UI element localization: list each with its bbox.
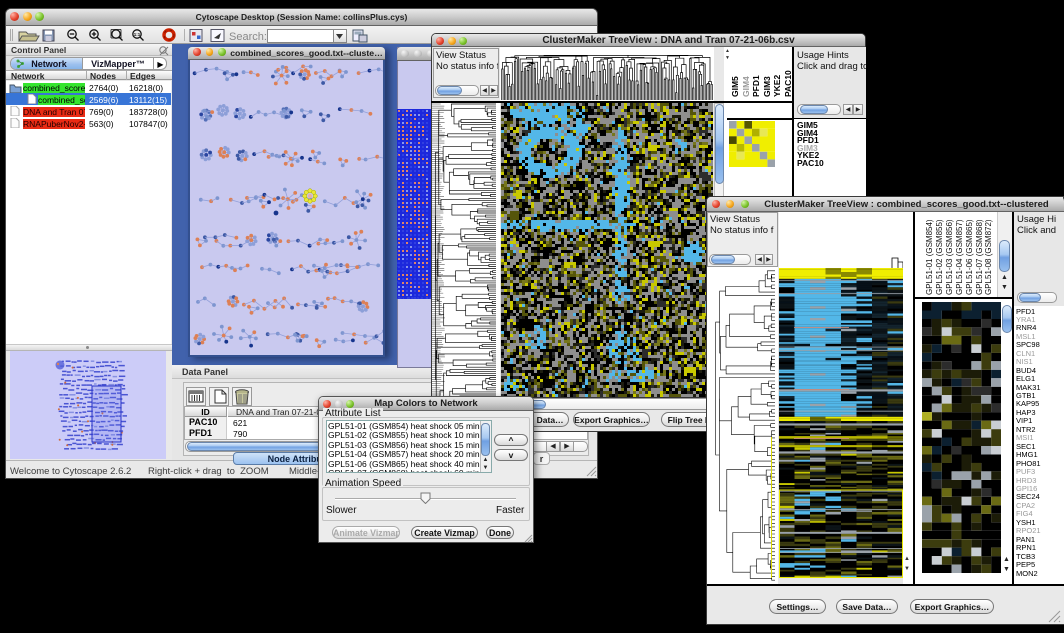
svg-text:1:1: 1:1 <box>134 32 141 37</box>
